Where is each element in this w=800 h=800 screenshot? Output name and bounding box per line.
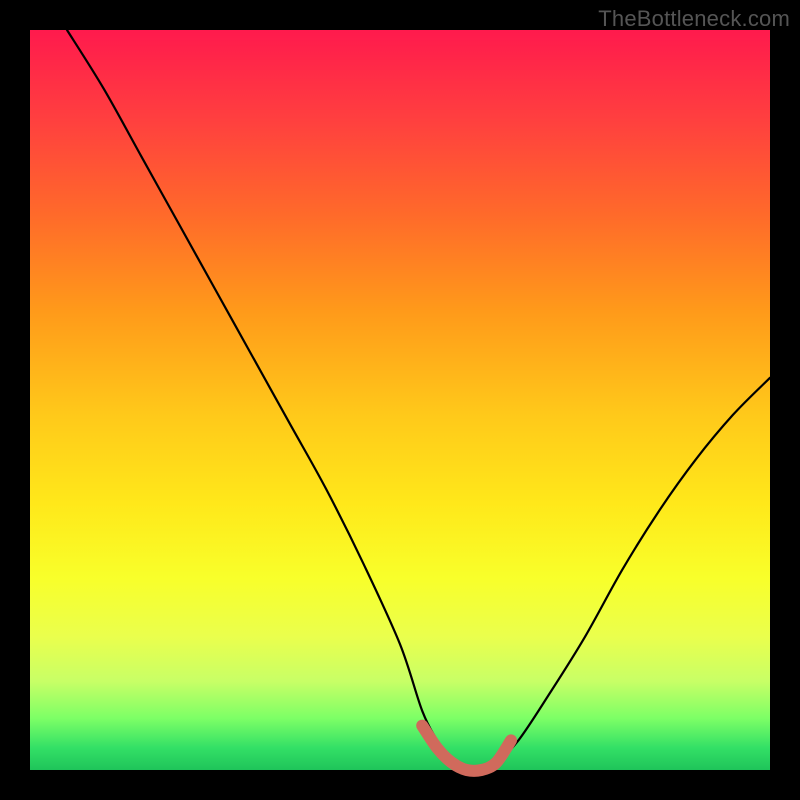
optimal-band bbox=[422, 726, 511, 771]
curve-layer bbox=[30, 30, 770, 770]
chart-frame: TheBottleneck.com bbox=[0, 0, 800, 800]
bottleneck-curve bbox=[67, 30, 770, 771]
watermark-label: TheBottleneck.com bbox=[598, 6, 790, 32]
plot-area bbox=[30, 30, 770, 770]
